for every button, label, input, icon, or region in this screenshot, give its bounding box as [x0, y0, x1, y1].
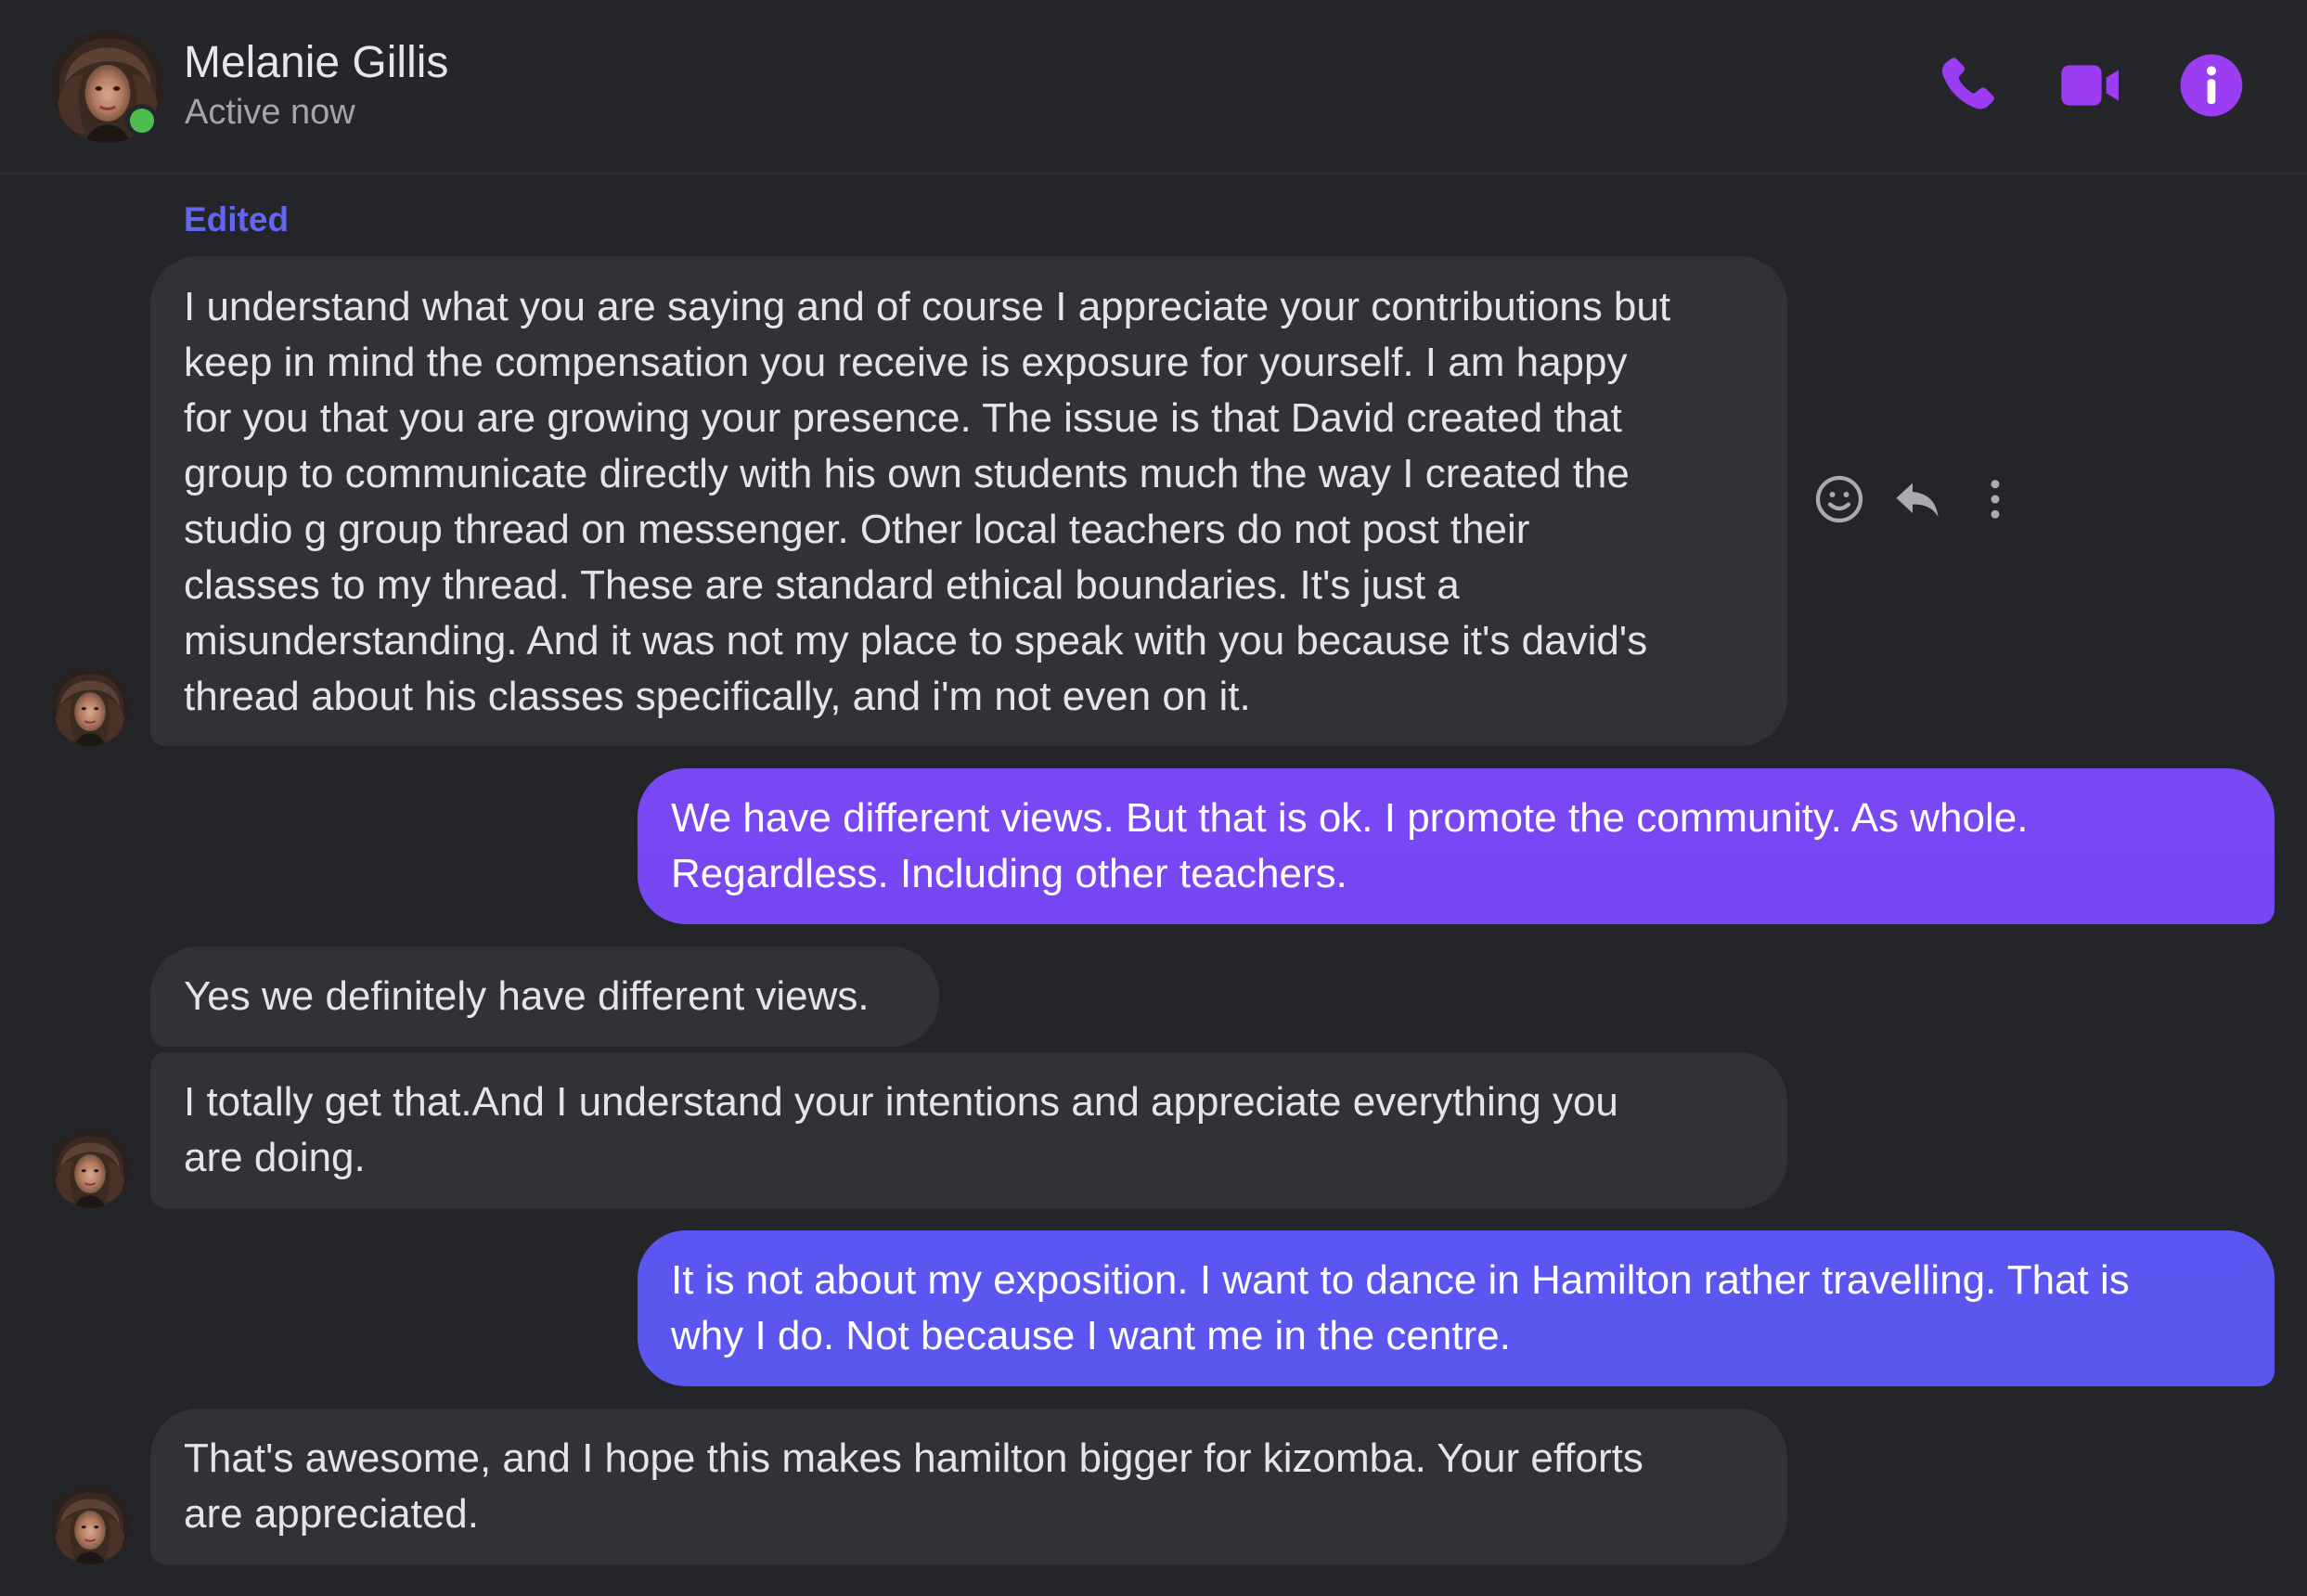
info-icon[interactable] [2174, 48, 2249, 122]
incoming-message-bubble[interactable]: I totally get that.And I understand your… [150, 1052, 1787, 1208]
video-camera-icon-graphic [2061, 65, 2119, 106]
info-icon-graphic [2180, 54, 2243, 117]
sender-avatar[interactable] [51, 668, 129, 746]
sender-avatar[interactable] [51, 1130, 129, 1208]
conversation-header: Melanie Gillis Active now [0, 0, 2307, 174]
avatar-image [51, 668, 129, 746]
online-status-dot [125, 104, 159, 137]
incoming-message-bubble[interactable]: Yes we definitely have different views. [150, 946, 939, 1047]
emoji-react-icon[interactable] [1811, 471, 1867, 527]
chat-window: Melanie Gillis Active now Edited I under… [0, 0, 2307, 1596]
more-options-icon-graphic [1991, 480, 2000, 519]
incoming-message-bubble[interactable]: I understand what you are saying and of … [150, 256, 1787, 746]
video-camera-icon[interactable] [2054, 48, 2128, 122]
outgoing-message-bubble[interactable]: We have different views. But that is ok.… [638, 768, 2275, 924]
reply-icon-graphic [1896, 483, 1939, 517]
avatar-image [51, 1130, 129, 1208]
incoming-message-bubble[interactable]: That's awesome, and I hope this makes ha… [150, 1409, 1787, 1564]
phone-icon-graphic [1941, 58, 1994, 109]
more-options-icon[interactable] [1967, 471, 2023, 527]
phone-icon[interactable] [1930, 48, 2004, 122]
avatar-image [51, 1487, 129, 1564]
edited-label: Edited [184, 200, 290, 238]
contact-status: Active now [185, 93, 355, 132]
outgoing-message-bubble[interactable]: It is not about my exposition. I want to… [638, 1230, 2275, 1386]
contact-name[interactable]: Melanie Gillis [184, 37, 448, 88]
sender-avatar[interactable] [51, 1487, 129, 1564]
contact-avatar[interactable] [51, 30, 164, 143]
reply-icon[interactable] [1889, 471, 1945, 527]
emoji-react-icon-graphic [1815, 475, 1863, 523]
